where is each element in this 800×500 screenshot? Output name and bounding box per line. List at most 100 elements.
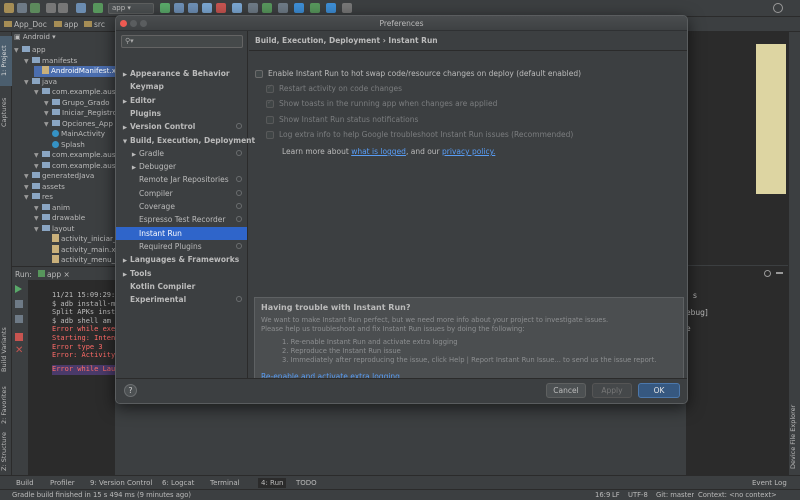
settings-nav-item[interactable]: ▼ Build, Execution, Deployment — [116, 134, 255, 147]
tree-item[interactable]: ▼ com.example.aust — [34, 161, 118, 172]
expand-arrow-icon[interactable]: ▼ — [24, 78, 32, 89]
settings-nav-item[interactable]: ▶ Languages & Frameworks — [116, 253, 247, 266]
settings-nav-item[interactable]: ▶ Appearance & Behavior — [116, 67, 247, 80]
apply-button[interactable]: Apply — [592, 383, 632, 398]
tree-item[interactable]: ▼ anim — [34, 203, 70, 214]
tree-item[interactable]: ▼ Iniciar_Registro — [44, 108, 117, 119]
breadcrumb-src[interactable]: src — [84, 19, 105, 30]
option-checkbox[interactable] — [266, 98, 274, 108]
cancel-button[interactable]: Cancel — [546, 383, 586, 398]
tool-tab[interactable]: Terminal — [210, 478, 240, 488]
settings-nav-item[interactable]: Espresso Test Recorder — [116, 213, 247, 226]
tab-structure[interactable]: Z: Structure — [0, 432, 12, 472]
expand-arrow-icon[interactable]: ▼ — [24, 57, 32, 68]
settings-nav-item[interactable]: Remote Jar Repositories — [116, 173, 247, 186]
save-icon[interactable] — [17, 3, 27, 13]
attach-icon[interactable] — [15, 333, 23, 341]
tool-tab[interactable]: 6: Logcat — [162, 478, 194, 488]
open-folder-icon[interactable] — [4, 3, 14, 13]
sync-icon[interactable] — [30, 3, 40, 13]
tree-item[interactable]: ▼ com.example.aust — [34, 150, 118, 161]
settings-nav-item[interactable]: Coverage — [116, 200, 247, 213]
tree-item[interactable]: ▼ app — [14, 45, 46, 56]
line-separator[interactable]: LF — [612, 491, 620, 499]
minimize-icon[interactable] — [776, 272, 783, 274]
tree-item[interactable]: ▼ generatedJava — [24, 171, 94, 182]
profile-icon[interactable] — [202, 3, 212, 13]
help-button[interactable]: ? — [124, 384, 137, 397]
structure-icon[interactable] — [342, 3, 352, 13]
run-tab-app[interactable]: app × — [38, 270, 70, 279]
tool-tab[interactable]: Profiler — [50, 478, 75, 488]
git-branch[interactable]: Git: master — [656, 491, 694, 499]
tree-item[interactable]: ▼ Grupo_Grado — [44, 98, 110, 109]
tree-item[interactable]: activity_menu_ — [44, 255, 115, 266]
context[interactable]: Context: <no context> — [698, 491, 777, 499]
apply-changes-icon[interactable] — [174, 3, 184, 13]
expand-arrow-icon[interactable]: ▼ — [24, 193, 32, 204]
expand-arrow-icon[interactable]: ▼ — [34, 225, 42, 236]
tree-item[interactable]: ▼ Opciones_App — [44, 119, 113, 130]
analyze-icon[interactable] — [326, 3, 336, 13]
tree-item[interactable]: ▼ res — [24, 192, 53, 203]
project-view-select[interactable]: ▣ Android ▾ — [14, 32, 56, 43]
search-everywhere-icon[interactable] — [773, 3, 783, 13]
tab-favorites[interactable]: 2: Favorites — [0, 382, 12, 428]
option-checkbox[interactable] — [266, 116, 274, 124]
tree-item[interactable]: Splash — [44, 140, 85, 151]
settings-nav-item[interactable]: Experimental — [116, 293, 247, 306]
tool-tab[interactable]: 4: Run — [258, 478, 287, 488]
tree-item[interactable]: AndroidManifest.x — [34, 66, 116, 77]
attach-debugger-icon[interactable] — [232, 3, 242, 13]
debug-icon[interactable] — [188, 3, 198, 13]
hammer-icon[interactable] — [76, 3, 86, 13]
settings-nav-item[interactable]: Keymap — [116, 80, 247, 93]
event-log-tab[interactable]: Event Log — [752, 478, 787, 488]
tab-project[interactable]: 1: Project — [0, 36, 12, 86]
gradle-sync-icon[interactable] — [294, 3, 304, 13]
tool-tab[interactable]: 9: Version Control — [90, 478, 152, 488]
tab-device-file-explorer[interactable]: Device File Explorer — [789, 402, 800, 472]
settings-nav-item[interactable]: ▶ Debugger — [116, 160, 247, 173]
down-icon[interactable] — [15, 315, 23, 323]
privacy-policy-link[interactable]: privacy policy. — [442, 147, 495, 156]
expand-arrow-icon[interactable]: ▼ — [34, 88, 42, 99]
option-checkbox[interactable] — [255, 70, 263, 78]
tool-tab[interactable]: TODO — [296, 478, 317, 488]
tree-item[interactable]: ▼ layout — [34, 224, 74, 235]
breadcrumb-module[interactable]: app — [54, 19, 78, 30]
settings-gear-icon[interactable] — [764, 270, 771, 277]
layout-inspector-icon[interactable] — [278, 3, 288, 13]
tree-item[interactable]: ▼ drawable — [34, 213, 85, 224]
device-icon[interactable] — [310, 3, 320, 13]
settings-nav-item[interactable]: Kotlin Compiler — [116, 280, 247, 293]
tree-item[interactable]: ▼ manifests — [24, 56, 77, 67]
settings-nav-item[interactable]: Instant Run — [116, 226, 247, 240]
tree-item[interactable]: activity_iniciar_ — [44, 234, 117, 245]
undo-icon[interactable] — [46, 3, 56, 13]
stop-icon[interactable] — [216, 3, 226, 13]
rerun-icon[interactable] — [15, 285, 22, 293]
run-configuration-select[interactable]: app ▾ — [108, 3, 154, 14]
tool-tab[interactable]: Build — [16, 478, 34, 488]
cursor-position[interactable]: 16:9 — [595, 491, 610, 499]
avd-manager-icon[interactable] — [262, 3, 272, 13]
tab-build-variants[interactable]: Build Variants — [0, 322, 12, 378]
tree-item[interactable]: ▼ java — [24, 77, 57, 88]
expand-arrow-icon[interactable]: ▼ — [14, 46, 22, 57]
encoding[interactable]: UTF-8 — [628, 491, 648, 499]
redo-icon[interactable] — [58, 3, 68, 13]
what-is-logged-link[interactable]: what is logged — [351, 147, 406, 156]
settings-nav-item[interactable]: Required Plugins — [116, 240, 247, 253]
tree-item[interactable]: activity_main.x — [44, 244, 116, 256]
tree-item[interactable]: ▼ assets — [24, 182, 65, 193]
settings-nav-item[interactable]: ▶ Editor — [116, 94, 247, 107]
option-checkbox[interactable] — [266, 83, 274, 93]
up-icon[interactable] — [15, 300, 23, 308]
settings-nav-item[interactable]: ▶ Gradle — [116, 147, 247, 160]
run-icon[interactable] — [160, 3, 170, 13]
ok-button[interactable]: OK — [638, 383, 680, 398]
tree-item[interactable]: MainActivity — [44, 129, 105, 140]
breadcrumb-project[interactable]: App_Doc — [4, 19, 47, 30]
close-icon[interactable]: ✕ — [15, 346, 23, 356]
